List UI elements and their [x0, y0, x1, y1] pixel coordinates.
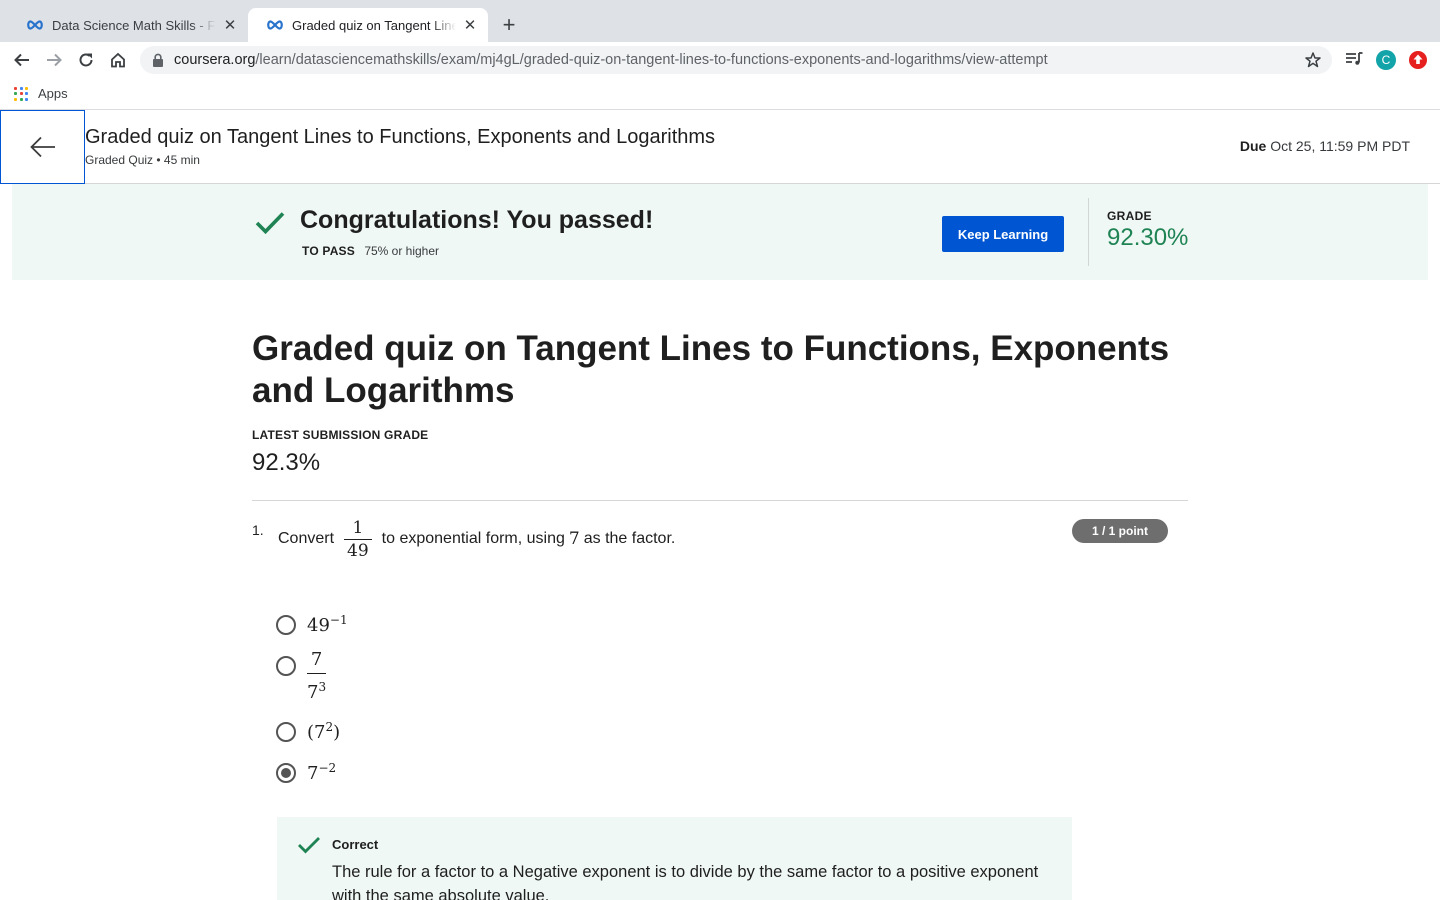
- tab-graded-quiz[interactable]: Graded quiz on Tangent Lines to Function…: [248, 8, 488, 42]
- url-path: /learn/datasciencemathskills/exam/mj4gL/…: [255, 52, 1048, 68]
- fraction-numerator: 1: [352, 517, 364, 538]
- option-exponent: −2: [318, 761, 337, 775]
- latest-grade-value: 92.3%: [252, 449, 321, 476]
- checkmark-icon: [298, 837, 320, 854]
- pass-message: Congratulations! You passed!: [300, 206, 654, 234]
- answer-option-3[interactable]: (72): [276, 720, 340, 743]
- url-host: coursera.org: [174, 52, 256, 68]
- latest-grade-label: LATEST SUBMISSION GRADE: [252, 428, 429, 442]
- back-arrow-icon[interactable]: [10, 48, 34, 72]
- radio-dot: [281, 767, 291, 778]
- coursera-infinity-icon: [27, 20, 43, 30]
- question-prompt: Convert 1 49 to exponential form, using …: [278, 514, 675, 564]
- close-icon[interactable]: ✕: [462, 17, 478, 34]
- prompt-fraction: 1 49: [344, 519, 372, 560]
- tab-title: Graded quiz on Tangent Lines to Function…: [292, 17, 456, 33]
- prompt-text-before: Convert: [278, 530, 335, 547]
- header-subtitle: Graded Quiz • 45 min: [85, 153, 200, 167]
- home-icon[interactable]: [106, 48, 130, 72]
- browser-tab-bar: Data Science Math Skills - Fun ✕ Graded …: [0, 0, 1440, 42]
- due-date: Due Oct 25, 11:59 PM PDT: [1240, 138, 1410, 154]
- option-denominator: 73: [307, 677, 326, 703]
- tab-data-science-math-skills[interactable]: Data Science Math Skills - Fun ✕: [8, 8, 248, 42]
- radio-button-selected[interactable]: [276, 762, 296, 783]
- answer-option-2[interactable]: 7 73: [276, 649, 327, 703]
- option-base: 7: [314, 722, 326, 743]
- prompt-text-after: as the factor.: [583, 530, 676, 547]
- option-numerator: 7: [310, 649, 323, 670]
- option-label: 49−1: [307, 613, 348, 636]
- option-label: (72): [307, 720, 340, 743]
- header-title: Graded quiz on Tangent Lines to Function…: [85, 126, 716, 148]
- option-den-exponent: 3: [318, 680, 327, 694]
- arrow-left-icon: [29, 136, 55, 158]
- option-open-paren: (: [307, 722, 315, 743]
- reload-icon[interactable]: [74, 48, 98, 72]
- banner-divider: [1088, 198, 1089, 266]
- checkmark-icon: [255, 212, 285, 235]
- option-label: 7−2: [307, 761, 336, 784]
- tab-title: Data Science Math Skills - Fun: [52, 17, 216, 33]
- to-pass-label: TO PASS: [302, 244, 355, 258]
- fraction-bar: [344, 538, 372, 540]
- prompt-text-middle: to exponential form, using: [381, 530, 565, 547]
- to-pass-info: TO PASS 75% or higher: [302, 244, 439, 258]
- close-icon[interactable]: ✕: [222, 17, 238, 34]
- prompt-factor: 7: [568, 529, 580, 549]
- to-pass-value: 75% or higher: [364, 244, 440, 258]
- option-exponent: 2: [325, 720, 334, 734]
- lock-icon: [153, 53, 163, 67]
- grade-label: GRADE: [1107, 209, 1152, 223]
- due-label: Due: [1239, 138, 1267, 154]
- radio-button[interactable]: [276, 614, 296, 635]
- grade-value: 92.30%: [1107, 224, 1189, 251]
- browser-toolbar: coursera.org/learn/datasciencemathskills…: [0, 42, 1440, 78]
- page-title: Graded quiz on Tangent Lines to Function…: [252, 329, 1170, 410]
- divider: [252, 500, 1188, 501]
- page-header: Graded quiz on Tangent Lines to Function…: [0, 110, 1440, 184]
- option-base: 7: [307, 763, 319, 784]
- answer-option-1[interactable]: 49−1: [276, 613, 348, 636]
- feedback-status: Correct: [332, 837, 379, 852]
- points-badge: 1 / 1 point: [1072, 519, 1168, 543]
- question-number: 1.: [252, 522, 264, 538]
- star-icon[interactable]: [1304, 51, 1322, 69]
- option-fraction: 7 73: [307, 649, 327, 703]
- back-button[interactable]: [0, 110, 85, 184]
- result-banner: Congratulations! You passed! TO PASS 75%…: [12, 184, 1428, 280]
- extension-icon[interactable]: [1408, 50, 1428, 70]
- plus-icon[interactable]: +: [498, 12, 520, 37]
- apps-label: Apps: [38, 86, 68, 101]
- forward-arrow-icon[interactable]: [42, 48, 66, 72]
- option-close-paren: ): [333, 722, 341, 743]
- radio-button[interactable]: [276, 721, 296, 742]
- option-base: 49: [307, 615, 330, 636]
- coursera-infinity-icon: [267, 20, 283, 30]
- fraction-denominator: 49: [347, 540, 369, 561]
- answer-option-4[interactable]: 7−2: [276, 761, 336, 784]
- avatar[interactable]: C: [1376, 50, 1396, 70]
- due-value: Oct 25, 11:59 PM PDT: [1270, 138, 1410, 154]
- radio-button[interactable]: [276, 655, 296, 676]
- bookmark-apps[interactable]: Apps: [14, 86, 68, 101]
- address-bar[interactable]: coursera.org/learn/datasciencemathskills…: [140, 46, 1332, 74]
- feedback-box: Correct The rule for a factor to a Negat…: [277, 817, 1072, 900]
- bookmarks-bar: Apps: [0, 78, 1440, 110]
- option-den-base: 7: [307, 682, 319, 703]
- fraction-bar: [307, 673, 327, 674]
- option-exponent: −1: [329, 613, 348, 627]
- keep-learning-button[interactable]: Keep Learning: [942, 216, 1064, 252]
- feedback-text: The rule for a factor to a Negative expo…: [332, 863, 1039, 900]
- apps-grid-icon: [14, 86, 28, 101]
- media-control-icon[interactable]: [1344, 50, 1364, 68]
